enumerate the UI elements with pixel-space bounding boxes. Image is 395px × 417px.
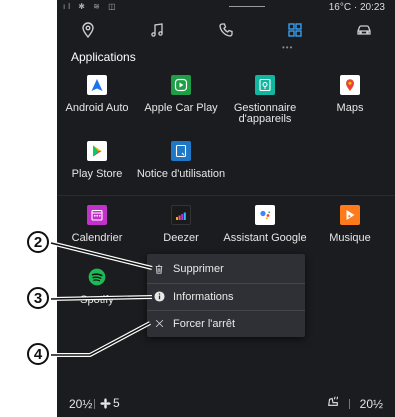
fan-level: 5 <box>113 396 120 410</box>
menu-item-label: Informations <box>173 290 234 303</box>
menu-item-info[interactable]: Informations <box>147 283 305 310</box>
app-label: Spotify <box>80 294 114 306</box>
apps-grid-icon[interactable] <box>275 18 315 42</box>
phone-icon[interactable] <box>206 18 246 42</box>
callout-2: 2 <box>27 231 49 253</box>
passenger-temp[interactable]: 20½ <box>360 397 383 411</box>
app-maps[interactable]: Maps <box>308 75 392 131</box>
car-icon[interactable] <box>344 18 384 42</box>
calendar-icon <box>87 205 107 225</box>
carplay-icon <box>171 75 191 95</box>
top-navigation: ••• <box>57 14 395 52</box>
app-spotify[interactable]: Spotify <box>57 267 139 323</box>
fan-icon <box>100 397 111 409</box>
fan-control[interactable]: 5 <box>100 396 120 410</box>
separator <box>94 399 95 409</box>
driver-temp[interactable]: 20½ <box>69 397 92 411</box>
app-label: Maps <box>336 102 364 114</box>
music-play-icon <box>340 205 360 225</box>
manual-icon <box>171 141 191 161</box>
infotainment-screen: ıl ✱ ≋ ◫ 16°C · 20:23 ••• Applications A… <box>57 0 395 417</box>
app-label: Musique <box>329 232 371 244</box>
app-deezer[interactable]: Deezer <box>139 205 223 261</box>
seat-heating-icon[interactable] <box>326 395 340 410</box>
callout-3: 3 <box>27 287 49 309</box>
device-manager-icon <box>255 75 275 95</box>
app-device-manager[interactable]: Gestionnaire d'appareils <box>223 75 307 131</box>
deezer-icon <box>171 205 191 225</box>
app-google-assistant[interactable]: Assistant Google <box>223 205 307 261</box>
play-store-icon <box>87 141 107 161</box>
music-note-icon[interactable] <box>137 18 177 42</box>
page-dots: ••• <box>282 43 294 52</box>
divider <box>57 195 395 196</box>
close-icon <box>153 318 165 330</box>
menu-item-force-stop[interactable]: Forcer l'arrêt <box>147 310 305 337</box>
app-play-store[interactable]: Play Store <box>57 141 139 197</box>
app-android-auto[interactable]: Android Auto <box>57 75 139 131</box>
callout-4: 4 <box>27 343 49 365</box>
location-pin-icon[interactable] <box>68 18 108 42</box>
menu-item-label: Supprimer <box>173 262 224 275</box>
spotify-icon <box>87 267 107 287</box>
google-assistant-icon <box>255 205 275 225</box>
app-calendar[interactable]: Calendrier <box>57 205 139 261</box>
temp-time-readout: 16°C · 20:23 <box>328 2 385 13</box>
app-user-manual[interactable]: Notice d'utilisation <box>137 141 225 197</box>
maps-icon <box>340 75 360 95</box>
manual-figure: 2 3 4 ıl ✱ ≋ ◫ 16°C · 20:23 ••• Applicat… <box>0 0 395 417</box>
signal-icons: ıl ✱ ≋ ◫ <box>63 2 119 11</box>
android-auto-icon <box>87 75 107 95</box>
status-bar: ıl ✱ ≋ ◫ 16°C · 20:23 <box>57 0 395 14</box>
trash-icon <box>153 263 165 275</box>
separator <box>349 399 350 409</box>
section-title: Applications <box>71 50 136 64</box>
menu-item-label: Forcer l'arrêt <box>173 317 235 330</box>
climate-bar: 20½ 5 20½ <box>57 390 395 417</box>
info-icon <box>153 291 165 303</box>
app-label: Notice d'utilisation <box>136 168 226 180</box>
app-apple-carplay[interactable]: Apple Car Play <box>139 75 223 131</box>
menu-item-delete[interactable]: Supprimer <box>147 255 305 282</box>
status-handle <box>229 6 265 7</box>
app-context-menu: Supprimer Informations Forcer l'arrêt <box>147 254 305 337</box>
app-music[interactable]: Musique <box>308 205 392 261</box>
